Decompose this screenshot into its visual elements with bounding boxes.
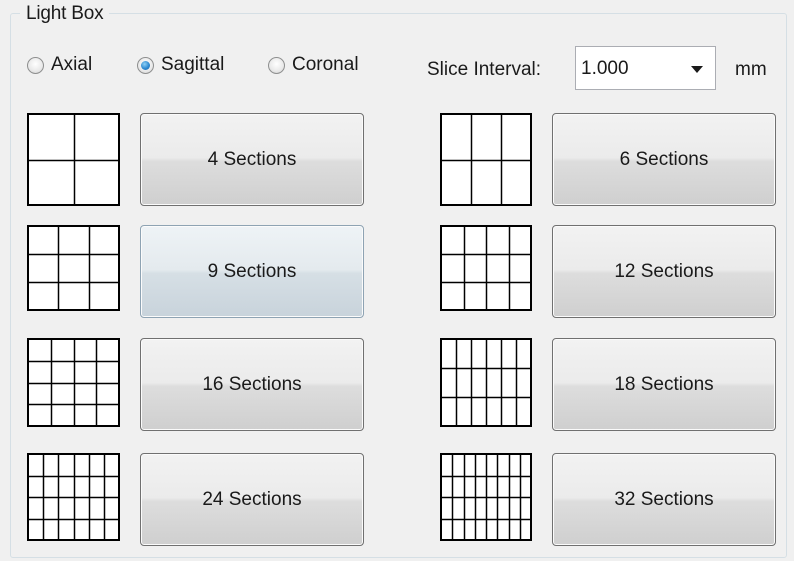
radio-sagittal-label: Sagittal — [161, 54, 225, 75]
grid-2x2-icon — [27, 113, 120, 206]
slice-interval-value: 1.000 — [581, 58, 629, 79]
18-sections-button[interactable]: 18 Sections — [552, 338, 776, 431]
slice-interval-label: Slice Interval: — [427, 59, 542, 80]
12-sections-button[interactable]: 12 Sections — [552, 225, 776, 318]
grid-6x4-icon — [27, 453, 120, 541]
radio-coronal[interactable]: Coronal — [268, 54, 359, 76]
radio-axial[interactable]: Axial — [27, 54, 92, 76]
6-sections-button[interactable]: 6 Sections — [552, 113, 776, 206]
radio-circle-icon — [27, 56, 44, 74]
grid-6x3-icon — [440, 338, 532, 427]
grid-3x3-icon — [27, 225, 120, 311]
slice-interval-dropdown[interactable]: 1.000 — [575, 46, 716, 90]
group-title: Light Box — [20, 3, 110, 25]
radio-coronal-label: Coronal — [292, 54, 359, 75]
radio-sagittal[interactable]: Sagittal — [137, 54, 224, 76]
light-box-panel: Light Box Axial Sagittal Coronal Slice I… — [0, 0, 794, 561]
grid-lines — [440, 225, 532, 311]
grid-lines — [440, 453, 532, 541]
grid-lines — [27, 225, 120, 311]
grid-lines — [27, 338, 120, 427]
dropdown-arrow-icon[interactable] — [691, 66, 703, 73]
24-sections-button[interactable]: 24 Sections — [140, 453, 364, 546]
grid-lines — [27, 113, 120, 206]
4-sections-button[interactable]: 4 Sections — [140, 113, 364, 206]
grid-lines — [440, 338, 532, 427]
grid-4x4-icon — [27, 338, 120, 427]
grid-8x4-icon — [440, 453, 532, 541]
16-sections-button[interactable]: 16 Sections — [140, 338, 364, 431]
radio-circle-icon — [268, 56, 285, 74]
grid-lines — [27, 453, 120, 541]
radio-axial-label: Axial — [51, 54, 93, 75]
9-sections-button[interactable]: 9 Sections — [140, 225, 364, 318]
32-sections-button[interactable]: 32 Sections — [552, 453, 776, 546]
grid-4x3-icon — [440, 225, 532, 311]
radio-selected-icon — [137, 56, 154, 74]
grid-3x2-icon — [440, 113, 532, 206]
slice-interval-unit: mm — [735, 59, 767, 80]
grid-lines — [440, 113, 532, 206]
